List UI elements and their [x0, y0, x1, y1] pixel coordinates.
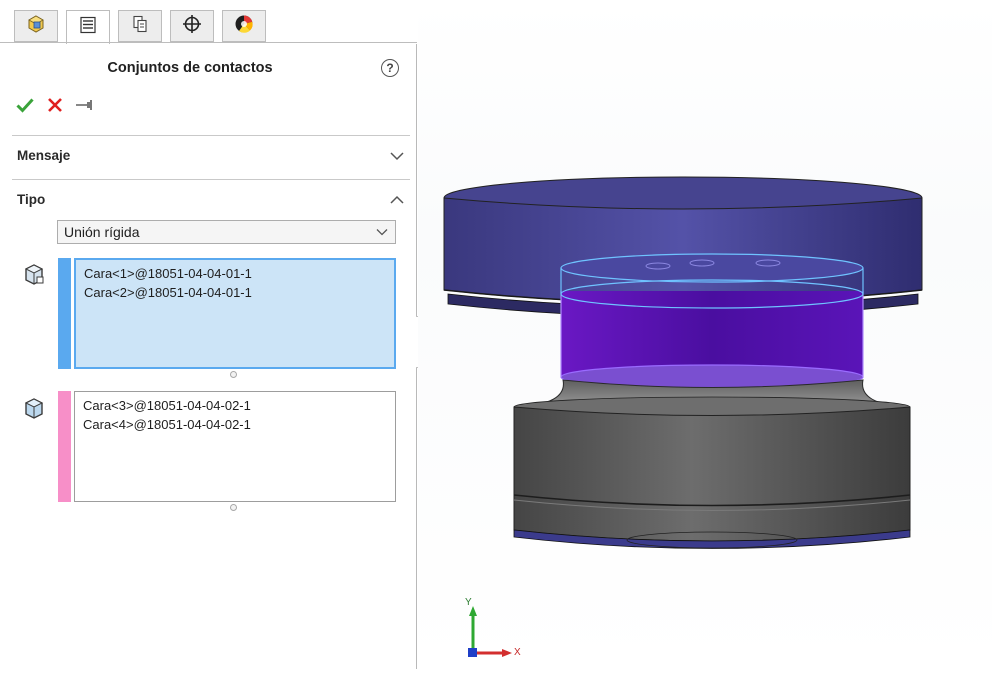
- page-title: Conjuntos de contactos: [107, 60, 273, 76]
- chevron-down-icon: [376, 229, 388, 236]
- contact-type-select[interactable]: Unión rígida: [57, 220, 396, 244]
- chevron-down-icon[interactable]: [389, 148, 405, 164]
- contact-type-value: Unión rígida: [64, 224, 140, 240]
- divider: [12, 179, 410, 180]
- tab-featuremanager[interactable]: [14, 10, 58, 42]
- crosshair-icon: [182, 14, 202, 39]
- set1-face-list[interactable]: Cara<1>@18051-04-04-01-1 Cara<2>@18051-0…: [74, 258, 396, 369]
- pin-button[interactable]: [74, 94, 96, 116]
- coordinate-triad: [468, 606, 512, 657]
- assembly-model[interactable]: [418, 0, 992, 669]
- section-type-label[interactable]: Tipo: [17, 192, 45, 207]
- checkmark-icon: [16, 98, 34, 113]
- list-item[interactable]: Cara<1>@18051-04-04-01-1: [84, 264, 394, 283]
- selected-face-highlight: [560, 253, 864, 390]
- list-item[interactable]: Cara<3>@18051-04-04-02-1: [83, 396, 395, 415]
- close-icon: [48, 98, 62, 112]
- list-item[interactable]: Cara<2>@18051-04-04-01-1: [84, 283, 394, 302]
- configurationmanager-icon: [131, 15, 149, 38]
- resize-grip[interactable]: [230, 504, 237, 511]
- resize-grip[interactable]: [230, 371, 237, 378]
- cancel-button[interactable]: [44, 94, 66, 116]
- graphics-viewport[interactable]: Y X: [418, 0, 992, 669]
- displaymanager-icon: [233, 13, 255, 40]
- face-selection-icon: [24, 398, 44, 419]
- lower-body-part: [513, 379, 911, 549]
- divider: [12, 135, 410, 136]
- featuremanager-icon: [26, 14, 46, 39]
- set2-color-bar: [58, 391, 71, 502]
- list-item[interactable]: Cara<4>@18051-04-04-02-1: [83, 415, 395, 434]
- tab-displaymanager[interactable]: [222, 10, 266, 42]
- tab-dimxpertmanager[interactable]: [170, 10, 214, 42]
- help-icon[interactable]: ?: [381, 59, 399, 77]
- action-buttons: [14, 93, 96, 117]
- face-selection-icon: [24, 264, 44, 285]
- tab-propertymanager[interactable]: [66, 10, 110, 44]
- set2-face-list[interactable]: Cara<3>@18051-04-04-02-1 Cara<4>@18051-0…: [74, 391, 396, 502]
- tab-configurationmanager[interactable]: [118, 10, 162, 42]
- triad-x-label: X: [514, 647, 521, 658]
- manager-tab-bar: [0, 0, 417, 44]
- property-manager-panel: Conjuntos de contactos ? Mensaje Tipo Un…: [0, 0, 417, 669]
- propertymanager-icon: [79, 16, 97, 39]
- tab-bar-divider: [0, 42, 417, 43]
- triad-y-label: Y: [465, 597, 472, 608]
- accept-button[interactable]: [14, 94, 36, 116]
- pushpin-icon: [76, 100, 92, 110]
- chevron-up-icon[interactable]: [389, 192, 405, 208]
- set1-color-bar: [58, 258, 71, 369]
- section-message-label[interactable]: Mensaje: [17, 148, 70, 163]
